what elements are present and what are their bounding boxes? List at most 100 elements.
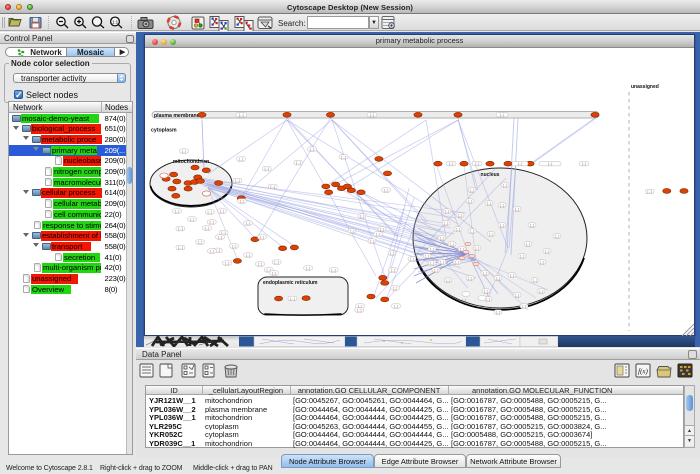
svg-text:[...]: [...] bbox=[391, 268, 396, 272]
svg-text:[...]: [...] bbox=[496, 310, 501, 314]
svg-text:[...]: [...] bbox=[425, 254, 430, 258]
svg-text:[...]: [...] bbox=[478, 304, 483, 308]
svg-text:[...]: [...] bbox=[526, 242, 531, 246]
svg-text:[...]: [...] bbox=[246, 221, 251, 225]
svg-text:[...]: [...] bbox=[370, 239, 375, 243]
svg-text:[...]: [...] bbox=[462, 298, 467, 302]
svg-text:[...]: [...] bbox=[410, 257, 415, 261]
svg-text:[...]: [...] bbox=[190, 217, 195, 221]
svg-text:[...]: [...] bbox=[265, 167, 270, 171]
svg-text:[...]: [...] bbox=[210, 220, 215, 224]
svg-text:[...]: [...] bbox=[208, 210, 213, 214]
svg-text:[...]: [...] bbox=[221, 231, 226, 235]
svg-text:[...]: [...] bbox=[430, 247, 435, 251]
svg-text:[...]: [...] bbox=[260, 235, 265, 239]
svg-text:[...]: [...] bbox=[647, 190, 652, 194]
svg-text:[...]: [...] bbox=[272, 271, 277, 275]
svg-text:[...]: [...] bbox=[430, 261, 435, 265]
svg-text:[...]: [...] bbox=[500, 223, 505, 227]
svg-text:unassigned: unassigned bbox=[631, 84, 659, 90]
svg-text:[...]: [...] bbox=[489, 232, 494, 236]
svg-text:[...]: [...] bbox=[239, 157, 244, 161]
svg-text:[...]: [...] bbox=[540, 260, 545, 264]
svg-text:[...]: [...] bbox=[394, 304, 399, 308]
svg-text:[...]: [...] bbox=[445, 209, 450, 213]
svg-text:[...]: [...] bbox=[548, 162, 553, 166]
svg-text:[...]: [...] bbox=[182, 149, 187, 153]
svg-text:[...]: [...] bbox=[175, 209, 180, 213]
svg-text:[...]: [...] bbox=[500, 113, 505, 117]
svg-text:[...]: [...] bbox=[500, 203, 505, 207]
svg-text:[...]: [...] bbox=[434, 268, 439, 272]
svg-text:[...]: [...] bbox=[225, 261, 230, 265]
svg-text:[...]: [...] bbox=[380, 227, 385, 231]
svg-text:[...]: [...] bbox=[246, 253, 251, 257]
svg-text:[...]: [...] bbox=[306, 266, 311, 270]
svg-text:[...]: [...] bbox=[240, 199, 245, 203]
svg-text:endoplasmic reticulum: endoplasmic reticulum bbox=[263, 280, 318, 286]
svg-text:[...]: [...] bbox=[310, 147, 315, 151]
svg-text:[...]: [...] bbox=[515, 293, 520, 297]
svg-text:[...]: [...] bbox=[510, 273, 515, 277]
svg-text:[...]: [...] bbox=[455, 260, 460, 264]
svg-text:[...]: [...] bbox=[486, 297, 491, 301]
svg-text:[...]: [...] bbox=[555, 234, 560, 238]
svg-text:[...]: [...] bbox=[515, 207, 520, 211]
svg-text:[...]: [...] bbox=[470, 188, 475, 192]
svg-text:[...]: [...] bbox=[539, 289, 544, 293]
svg-text:[...]: [...] bbox=[518, 162, 523, 166]
svg-text:[...]: [...] bbox=[450, 242, 455, 246]
svg-text:[...]: [...] bbox=[440, 236, 445, 240]
svg-text:[...]: [...] bbox=[384, 188, 389, 192]
svg-text:f(x): f(x) bbox=[638, 368, 648, 376]
svg-text:[...]: [...] bbox=[220, 209, 225, 213]
svg-text:[...]: [...] bbox=[475, 162, 480, 166]
svg-text:[...]: [...] bbox=[503, 183, 508, 187]
svg-text:[...]: [...] bbox=[341, 155, 346, 159]
svg-text:[...]: [...] bbox=[449, 162, 454, 166]
svg-text:[...]: [...] bbox=[350, 229, 355, 233]
svg-text:[...]: [...] bbox=[376, 232, 381, 236]
svg-text:[...]: [...] bbox=[475, 246, 480, 250]
svg-text:[...]: [...] bbox=[582, 162, 587, 166]
svg-text:[...]: [...] bbox=[178, 227, 183, 231]
svg-text:nucleus: nucleus bbox=[481, 172, 500, 178]
svg-text:[...]: [...] bbox=[296, 161, 301, 165]
svg-text:plasma membrane: plasma membrane bbox=[154, 113, 200, 119]
svg-text:[...]: [...] bbox=[210, 249, 215, 253]
svg-text:[...]: [...] bbox=[270, 185, 275, 189]
svg-text:[...]: [...] bbox=[198, 240, 203, 244]
svg-text:[...]: [...] bbox=[520, 254, 525, 258]
svg-text:[...]: [...] bbox=[390, 251, 395, 255]
svg-text:[...]: [...] bbox=[444, 221, 449, 225]
svg-text:cytoplasm: cytoplasm bbox=[151, 128, 177, 134]
svg-text:[...]: [...] bbox=[470, 229, 475, 233]
svg-text:[...]: [...] bbox=[468, 199, 473, 203]
svg-text:[...]: [...] bbox=[357, 308, 362, 312]
svg-text:[...]: [...] bbox=[178, 246, 183, 250]
svg-text:[...]: [...] bbox=[218, 235, 223, 239]
svg-text:[...]: [...] bbox=[522, 304, 527, 308]
svg-text:1:1: 1:1 bbox=[112, 20, 119, 25]
svg-text:[...]: [...] bbox=[360, 214, 365, 218]
svg-text:[...]: [...] bbox=[456, 227, 461, 231]
svg-text:[...]: [...] bbox=[290, 297, 295, 301]
svg-text:[...]: [...] bbox=[468, 276, 473, 280]
svg-text:[...]: [...] bbox=[258, 262, 263, 266]
svg-text:[...]: [...] bbox=[205, 226, 210, 230]
svg-text:[...]: [...] bbox=[530, 223, 535, 227]
svg-text:[...]: [...] bbox=[235, 179, 240, 183]
svg-text:[...]: [...] bbox=[487, 201, 492, 205]
svg-text:[...]: [...] bbox=[458, 213, 463, 217]
svg-text:[...]: [...] bbox=[440, 260, 445, 264]
svg-text:[...]: [...] bbox=[393, 286, 398, 290]
svg-text:[...]: [...] bbox=[496, 276, 501, 280]
svg-text:[...]: [...] bbox=[370, 113, 375, 117]
svg-text:[...]: [...] bbox=[484, 289, 489, 293]
svg-text:[...]: [...] bbox=[232, 244, 237, 248]
svg-text:[...]: [...] bbox=[483, 271, 488, 275]
svg-text:[...]: [...] bbox=[274, 261, 279, 265]
svg-text:[...]: [...] bbox=[331, 268, 336, 272]
svg-text:[...]: [...] bbox=[446, 278, 451, 282]
svg-text:[...]: [...] bbox=[545, 249, 550, 253]
